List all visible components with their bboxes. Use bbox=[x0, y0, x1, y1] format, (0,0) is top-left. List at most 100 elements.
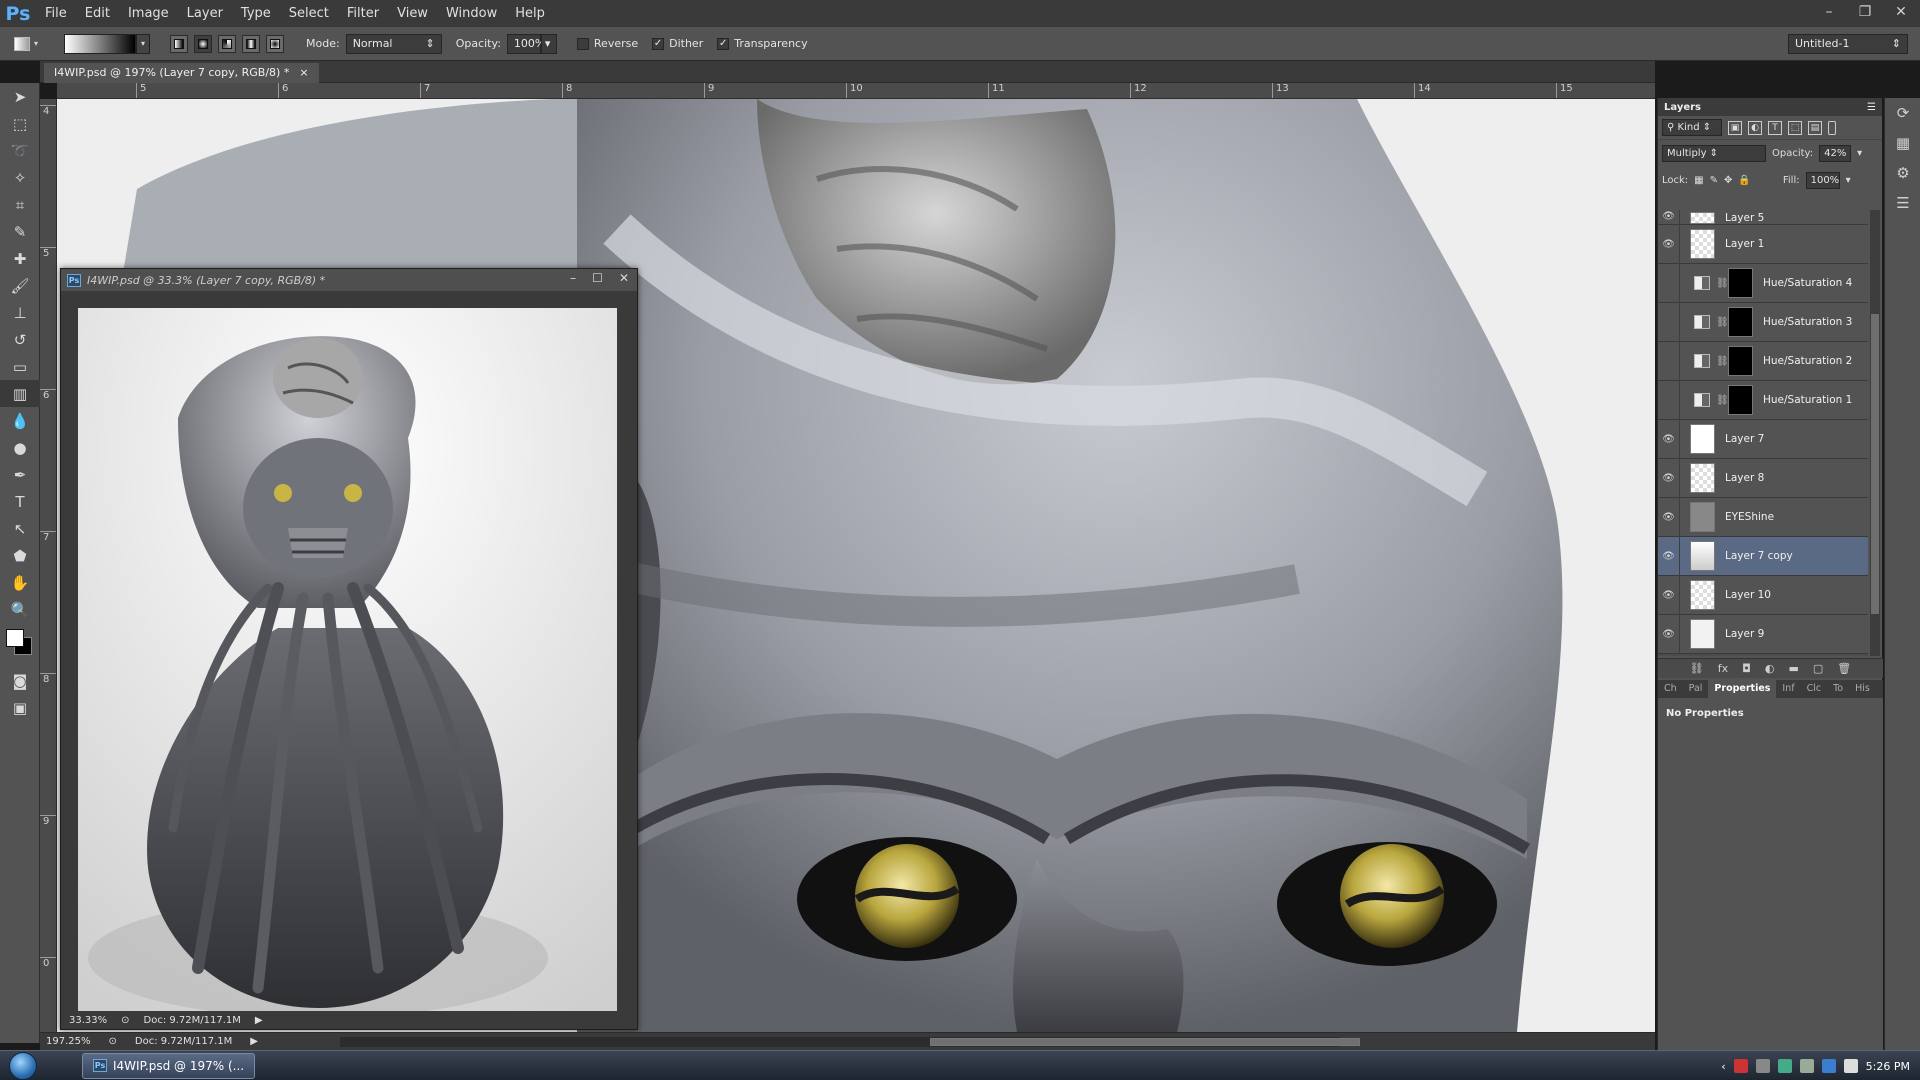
lock-transparent-icon[interactable]: ▦ bbox=[1694, 175, 1703, 186]
panel-menu-icon[interactable]: ☰ bbox=[1867, 102, 1876, 113]
dodge-tool-icon[interactable]: ● bbox=[0, 434, 40, 461]
opacity-input[interactable]: 100% bbox=[506, 33, 545, 54]
menu-view[interactable]: View bbox=[388, 0, 437, 27]
scrollbar-thumb[interactable] bbox=[1871, 314, 1879, 614]
screen-mode-icon[interactable]: ▣ bbox=[0, 694, 40, 721]
visibility-eye-icon[interactable]: 👁 bbox=[1658, 497, 1680, 537]
zoom-level[interactable]: 197.25% bbox=[46, 1036, 91, 1047]
menu-layer[interactable]: Layer bbox=[178, 0, 232, 27]
close-button[interactable]: ✕ bbox=[1890, 3, 1912, 21]
transparency-checkbox[interactable]: ✓ Transparency bbox=[717, 37, 808, 50]
foreground-color-swatch[interactable] bbox=[6, 629, 24, 647]
filter-toggle-icon[interactable] bbox=[1828, 120, 1836, 135]
visibility-eye-icon[interactable]: 👁 bbox=[1658, 419, 1680, 459]
zoom-tool-icon[interactable]: 🔍 bbox=[0, 596, 40, 623]
blur-tool-icon[interactable]: 💧 bbox=[0, 407, 40, 434]
dither-checkbox[interactable]: ✓ Dither bbox=[652, 37, 703, 50]
volume-muted-icon[interactable] bbox=[1843, 1059, 1858, 1073]
link-layers-icon[interactable]: ⛓ bbox=[1690, 662, 1704, 675]
layers-scrollbar[interactable] bbox=[1870, 210, 1880, 656]
minimize-icon[interactable]: – bbox=[570, 271, 576, 285]
menu-edit[interactable]: Edit bbox=[76, 0, 119, 27]
shape-filter-icon[interactable]: ⬚ bbox=[1788, 120, 1802, 135]
layer-opacity-input[interactable]: 42% bbox=[1819, 145, 1852, 162]
secondary-document-window[interactable]: Ps I4WIP.psd @ 33.3% (Layer 7 copy, RGB/… bbox=[60, 268, 638, 1030]
smart-object-filter-icon[interactable]: ▤ bbox=[1808, 120, 1822, 135]
layer-row[interactable]: 👁 Layer 8 bbox=[1658, 458, 1868, 498]
layer-row[interactable]: 👁 Layer 10 bbox=[1658, 575, 1868, 615]
linear-gradient-button[interactable] bbox=[170, 34, 188, 53]
add-mask-icon[interactable]: ◘ bbox=[1742, 662, 1751, 675]
lasso-tool-icon[interactable]: ➰ bbox=[0, 137, 40, 164]
link-chain-icon[interactable]: ⛓ bbox=[1716, 317, 1729, 328]
taskbar-photoshop-item[interactable]: Ps I4WIP.psd @ 197% (... bbox=[82, 1052, 256, 1079]
tray-expand-icon[interactable]: ‹ bbox=[1721, 1060, 1725, 1073]
layer-row[interactable]: 👁 Layer 1 bbox=[1658, 224, 1868, 264]
document-tab[interactable]: I4WIP.psd @ 197% (Layer 7 copy, RGB/8) *… bbox=[44, 63, 319, 83]
gradient-tool-icon[interactable]: ▥ bbox=[0, 380, 40, 407]
tab-close-icon[interactable]: × bbox=[299, 63, 308, 83]
status-arrow-icon[interactable]: ▶ bbox=[250, 1036, 258, 1047]
new-layer-icon[interactable]: ▢ bbox=[1813, 662, 1823, 675]
quick-mask-icon[interactable]: ◙ bbox=[0, 667, 40, 694]
layers-panel-title[interactable]: Layers bbox=[1664, 102, 1701, 113]
menu-image[interactable]: Image bbox=[119, 0, 178, 27]
menu-file[interactable]: File bbox=[36, 0, 76, 27]
visibility-eye-icon[interactable]: 👁 bbox=[1658, 614, 1680, 654]
link-chain-icon[interactable]: ⛓ bbox=[1716, 395, 1729, 406]
type-tool-icon[interactable]: T bbox=[0, 488, 40, 515]
crop-tool-icon[interactable]: ⌗ bbox=[0, 191, 40, 218]
gradient-preview[interactable] bbox=[64, 33, 136, 54]
visibility-toggle-empty[interactable] bbox=[1658, 341, 1680, 381]
layer-row[interactable]: 👁 EYEShine bbox=[1658, 497, 1868, 537]
tab-clone[interactable]: Clc bbox=[1801, 680, 1828, 698]
hand-tool-icon[interactable]: ✋ bbox=[0, 569, 40, 596]
menu-select[interactable]: Select bbox=[280, 0, 338, 27]
grid-icon[interactable]: ▦ bbox=[1885, 128, 1920, 158]
layer-row[interactable]: ⛓ Hue/Saturation 4 bbox=[1658, 263, 1868, 303]
scrollbar-thumb[interactable] bbox=[930, 1038, 1360, 1046]
eraser-tool-icon[interactable]: ▭ bbox=[0, 353, 40, 380]
tool-preset-picker[interactable]: ▾ bbox=[14, 32, 50, 56]
menu-type[interactable]: Type bbox=[232, 0, 280, 27]
horizontal-scrollbar[interactable] bbox=[340, 1037, 1360, 1047]
pixel-filter-icon[interactable]: ▣ bbox=[1728, 120, 1742, 135]
restore-button[interactable]: ❐ bbox=[1854, 3, 1876, 21]
3d-icon[interactable]: ⟳ bbox=[1885, 98, 1920, 128]
status-info-icon[interactable]: ⊙ bbox=[109, 1036, 117, 1047]
workspace-select[interactable]: Untitled-1 ⇕ bbox=[1788, 34, 1908, 54]
visibility-eye-icon[interactable]: 👁 bbox=[1658, 458, 1680, 498]
security-icon[interactable] bbox=[1733, 1059, 1748, 1073]
layer-row[interactable]: ⛓ Hue/Saturation 2 bbox=[1658, 341, 1868, 381]
visibility-toggle-empty[interactable] bbox=[1658, 263, 1680, 303]
angle-gradient-button[interactable] bbox=[218, 34, 236, 53]
secondary-canvas[interactable] bbox=[78, 308, 617, 1012]
status-arrow-icon[interactable]: ▶ bbox=[255, 1015, 263, 1026]
layer-row[interactable]: ⛓ Hue/Saturation 3 bbox=[1658, 302, 1868, 342]
secondary-window-titlebar[interactable]: Ps I4WIP.psd @ 33.3% (Layer 7 copy, RGB/… bbox=[61, 269, 637, 291]
layer-row[interactable]: 👁 Layer 9 bbox=[1658, 614, 1868, 654]
menu-help[interactable]: Help bbox=[506, 0, 554, 27]
opacity-slider-toggle[interactable]: ▾ bbox=[540, 33, 557, 54]
close-icon[interactable]: ✕ bbox=[619, 271, 629, 285]
pen-tool-icon[interactable]: ✒ bbox=[0, 461, 40, 488]
clock[interactable]: 5:26 PM bbox=[1866, 1060, 1910, 1073]
gear-icon[interactable]: ⚙ bbox=[1885, 158, 1920, 188]
menu-window[interactable]: Window bbox=[437, 0, 506, 27]
visibility-eye-icon[interactable]: 👁 bbox=[1658, 224, 1680, 264]
tab-history[interactable]: His bbox=[1849, 680, 1876, 698]
lock-position-icon[interactable]: ✥ bbox=[1724, 175, 1732, 186]
layer-kind-filter[interactable]: ⚲ Kind ⇕ bbox=[1662, 119, 1722, 136]
shape-tool-icon[interactable]: ⬟ bbox=[0, 542, 40, 569]
brush-tool-icon[interactable]: 🖌 bbox=[0, 272, 40, 299]
adjustment-filter-icon[interactable]: ◐ bbox=[1748, 120, 1762, 135]
lock-image-icon[interactable]: ✎ bbox=[1710, 175, 1718, 186]
visibility-eye-icon[interactable]: 👁 bbox=[1658, 575, 1680, 615]
gradient-picker-dropdown[interactable]: ▾ bbox=[136, 33, 150, 54]
type-filter-icon[interactable]: T bbox=[1768, 120, 1782, 135]
healing-brush-tool-icon[interactable]: ✚ bbox=[0, 245, 40, 272]
blend-mode-select[interactable]: Multiply ⇕ bbox=[1662, 145, 1766, 162]
start-button[interactable] bbox=[0, 1051, 46, 1080]
layer-row[interactable]: 👁 Layer 5 bbox=[1658, 210, 1868, 225]
sliders-icon[interactable]: ☰ bbox=[1885, 188, 1920, 218]
